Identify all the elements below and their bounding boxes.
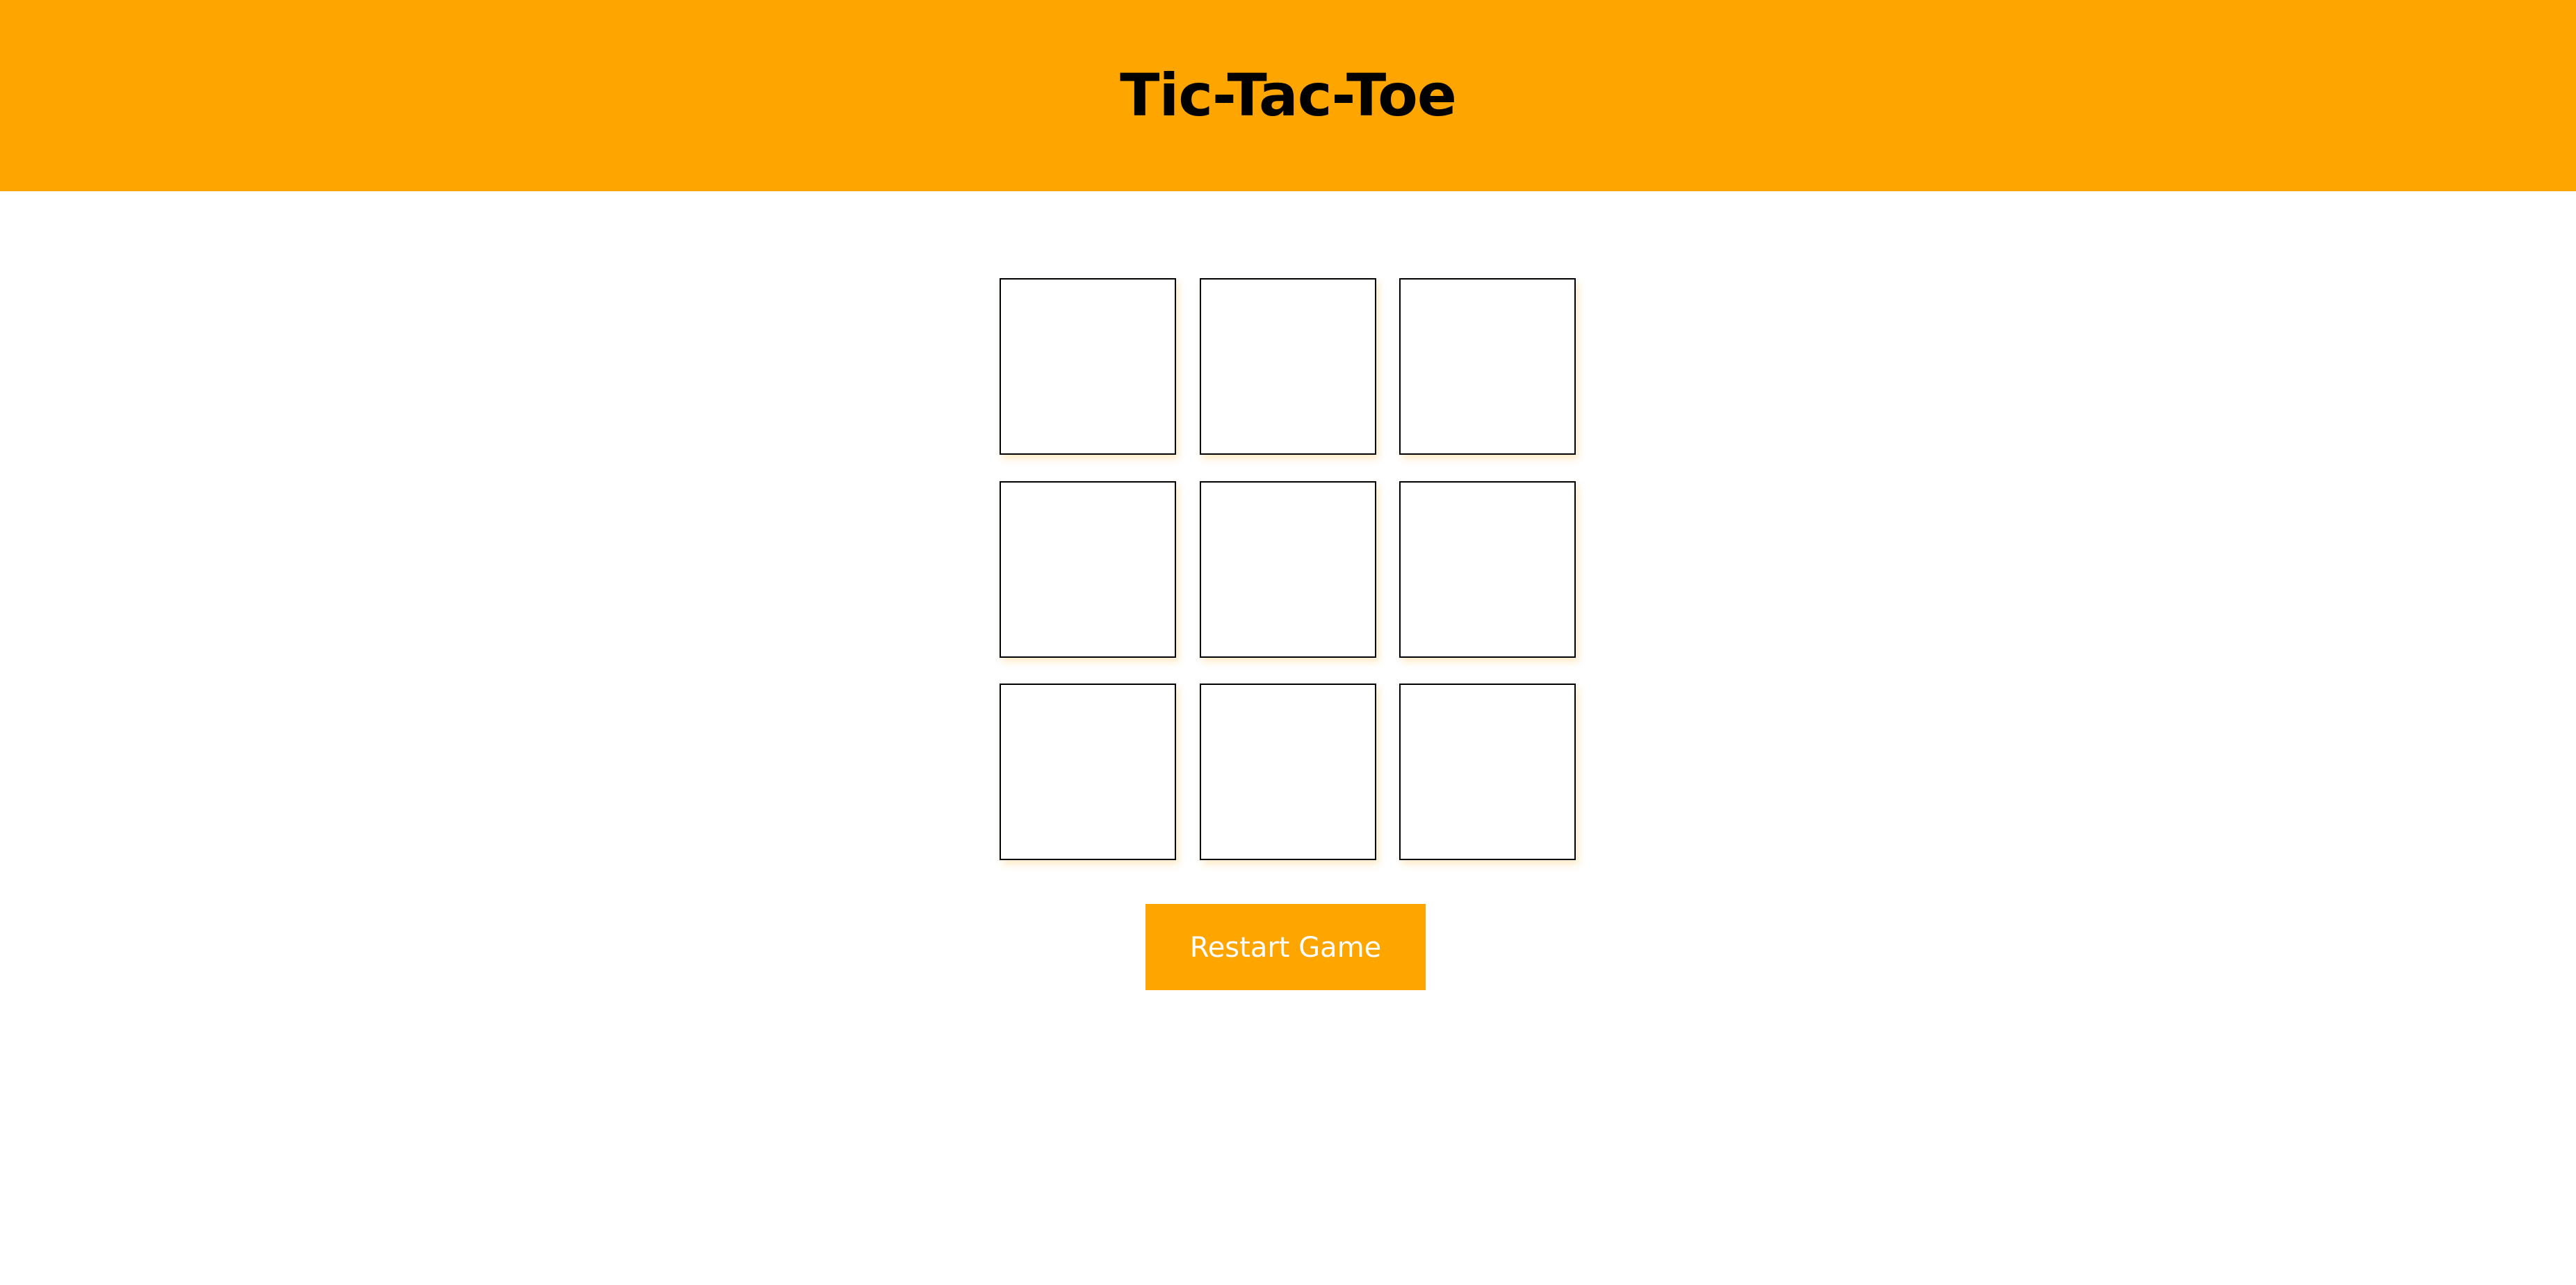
page-title: Tic-Tac-Toe xyxy=(1120,61,1457,129)
game-board xyxy=(1000,278,1576,860)
board-cell-4[interactable] xyxy=(1000,481,1176,658)
board-cell-8[interactable] xyxy=(1200,684,1376,860)
board-cell-7[interactable] xyxy=(1000,684,1176,860)
board-cell-5[interactable] xyxy=(1200,481,1376,658)
board-cell-6[interactable] xyxy=(1399,481,1576,658)
restart-game-button[interactable]: Restart Game xyxy=(1146,904,1426,990)
board-cell-9[interactable] xyxy=(1399,684,1576,860)
board-cell-1[interactable] xyxy=(1000,278,1176,455)
board-cell-3[interactable] xyxy=(1399,278,1576,455)
page-header: Tic-Tac-Toe xyxy=(0,0,2576,191)
board-cell-2[interactable] xyxy=(1200,278,1376,455)
